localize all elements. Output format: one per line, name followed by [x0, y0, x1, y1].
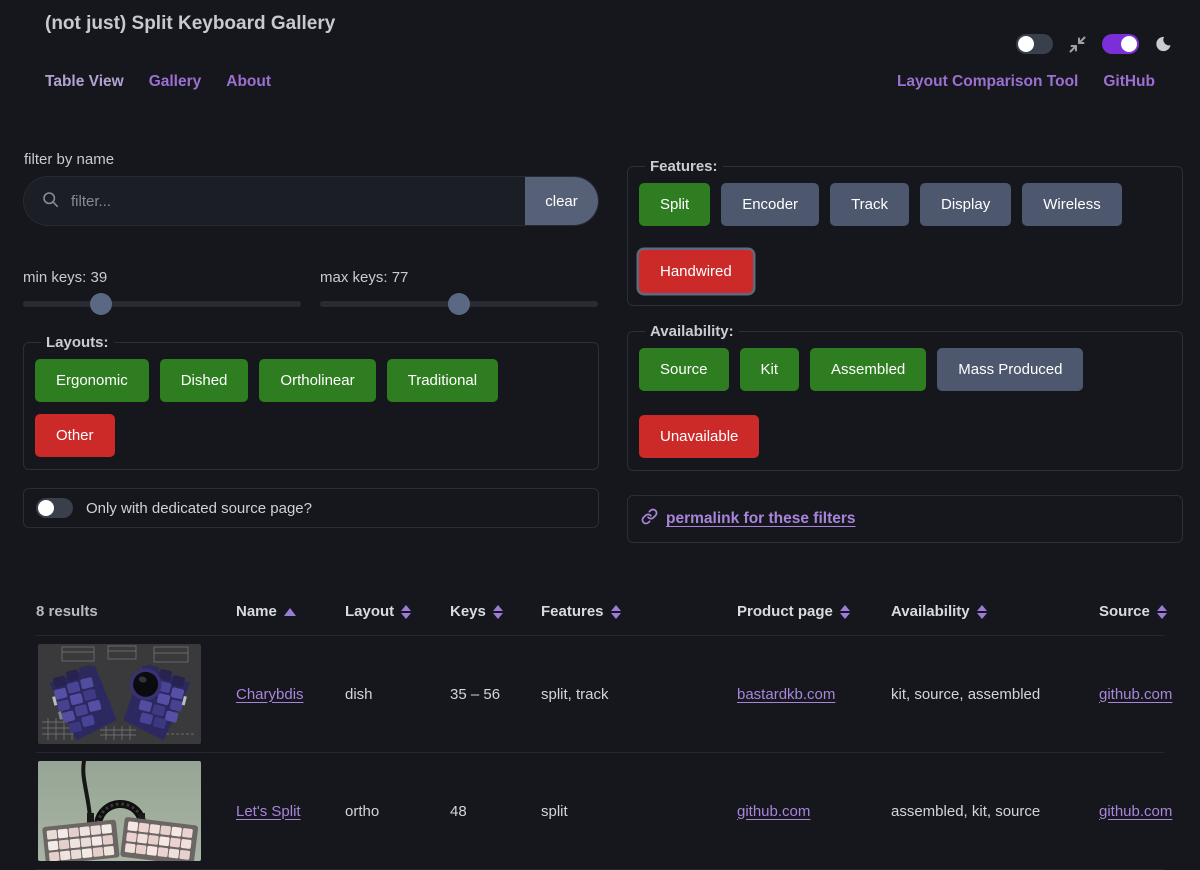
- row-name-link[interactable]: Let's Split: [236, 803, 301, 820]
- column-header-product-page[interactable]: Product page: [737, 603, 891, 620]
- feature-filter-split[interactable]: Split: [639, 183, 710, 226]
- layouts-fieldset: Layouts: Ergonomic Dished Ortholinear Tr…: [23, 334, 599, 470]
- row-product-page-link[interactable]: github.com: [737, 803, 810, 820]
- feature-filter-display[interactable]: Display: [920, 183, 1011, 226]
- availability-filter-source[interactable]: Source: [639, 348, 729, 391]
- min-keys-slider-group: min keys: 39: [23, 269, 301, 307]
- feature-filter-wireless[interactable]: Wireless: [1022, 183, 1122, 226]
- row-name-link[interactable]: Charybdis: [236, 686, 304, 703]
- results-count: 8 results: [36, 603, 236, 620]
- availability-filter-unavailable[interactable]: Unavailable: [639, 415, 759, 458]
- row-availability: kit, source, assembled: [891, 686, 1099, 703]
- row-source-link[interactable]: github.com: [1099, 686, 1172, 703]
- filters-panel: filter by name clear min keys: 39: [0, 151, 1200, 543]
- row-availability: assembled, kit, source: [891, 803, 1099, 820]
- results-table: 8 results Name Layout Keys Features Prod…: [36, 588, 1164, 870]
- features-fieldset: Features: Split Encoder Track Display Wi…: [627, 158, 1183, 306]
- availability-filter-kit[interactable]: Kit: [740, 348, 800, 391]
- sort-both-icon: [840, 605, 850, 619]
- source-only-toggle-box: Only with dedicated source page?: [23, 488, 599, 528]
- min-keys-slider[interactable]: [23, 301, 301, 307]
- link-icon: [641, 508, 658, 530]
- availability-legend: Availability:: [645, 323, 739, 340]
- name-filter: clear: [23, 176, 599, 226]
- availability-filter-assembled[interactable]: Assembled: [810, 348, 926, 391]
- search-icon: [42, 191, 59, 212]
- column-header-name[interactable]: Name: [236, 603, 345, 620]
- column-header-layout[interactable]: Layout: [345, 603, 450, 620]
- sort-asc-icon: [284, 608, 296, 616]
- name-filter-label: filter by name: [24, 151, 599, 168]
- sort-both-icon: [1157, 605, 1167, 619]
- clear-filter-button[interactable]: clear: [525, 177, 598, 225]
- nav-gallery[interactable]: Gallery: [149, 73, 202, 91]
- permalink-box: permalink for these filters: [627, 495, 1183, 543]
- name-filter-input[interactable]: [69, 192, 525, 211]
- min-keys-slider-thumb[interactable]: [90, 293, 112, 315]
- layouts-legend: Layouts:: [41, 334, 114, 351]
- table-row: Charybdis dish 35 – 56 split, track bast…: [36, 636, 1164, 753]
- column-header-features[interactable]: Features: [541, 603, 737, 620]
- nav-table-view[interactable]: Table View: [45, 73, 124, 91]
- layout-filter-ergonomic[interactable]: Ergonomic: [35, 359, 149, 402]
- feature-filter-track[interactable]: Track: [830, 183, 909, 226]
- column-header-keys[interactable]: Keys: [450, 603, 541, 620]
- column-header-source[interactable]: Source: [1099, 603, 1167, 620]
- feature-filter-handwired[interactable]: Handwired: [639, 250, 753, 293]
- column-header-availability[interactable]: Availability: [891, 603, 1099, 620]
- layout-filter-ortholinear[interactable]: Ortholinear: [259, 359, 375, 402]
- source-only-label: Only with dedicated source page?: [86, 500, 312, 517]
- permalink-link[interactable]: permalink for these filters: [641, 508, 856, 530]
- row-keys: 48: [450, 803, 541, 820]
- row-layout: dish: [345, 686, 450, 703]
- layout-filter-traditional[interactable]: Traditional: [387, 359, 498, 402]
- lets-split-keyboard-photo: [38, 761, 201, 861]
- availability-fieldset: Availability: Source Kit Assembled Mass …: [627, 323, 1183, 471]
- layout-filter-other[interactable]: Other: [35, 414, 115, 457]
- nav-about[interactable]: About: [226, 73, 271, 91]
- moon-icon: [1154, 35, 1172, 53]
- max-keys-slider[interactable]: [320, 301, 598, 307]
- sort-both-icon: [977, 605, 987, 619]
- compress-arrows-icon: [1068, 35, 1087, 54]
- nav-github[interactable]: GitHub: [1103, 73, 1155, 91]
- compact-view-toggle[interactable]: [1016, 34, 1053, 54]
- sort-both-icon: [611, 605, 621, 619]
- row-features: split: [541, 803, 737, 820]
- toggle-knob: [1018, 36, 1034, 52]
- max-keys-value: 77: [392, 269, 409, 286]
- sort-both-icon: [493, 605, 503, 619]
- max-keys-label: max keys: 77: [320, 269, 598, 286]
- max-keys-slider-group: max keys: 77: [320, 269, 598, 307]
- max-keys-slider-thumb[interactable]: [448, 293, 470, 315]
- page-title: (not just) Split Keyboard Gallery: [45, 13, 1200, 35]
- row-keys: 35 – 56: [450, 686, 541, 703]
- row-features: split, track: [541, 686, 737, 703]
- charybdis-keyboard-photo: [38, 644, 201, 744]
- min-keys-label: min keys: 39: [23, 269, 301, 286]
- toggle-knob: [38, 500, 54, 516]
- sort-both-icon: [401, 605, 411, 619]
- table-header-row: 8 results Name Layout Keys Features Prod…: [36, 588, 1164, 636]
- features-legend: Features:: [645, 158, 723, 175]
- min-keys-value: 39: [91, 269, 108, 286]
- row-product-page-link[interactable]: bastardkb.com: [737, 686, 835, 703]
- availability-filter-mass-produced[interactable]: Mass Produced: [937, 348, 1083, 391]
- feature-filter-encoder[interactable]: Encoder: [721, 183, 819, 226]
- row-source-link[interactable]: github.com: [1099, 803, 1172, 820]
- source-only-toggle[interactable]: [36, 498, 73, 518]
- toggle-knob: [1121, 36, 1137, 52]
- nav-layout-comparison-tool[interactable]: Layout Comparison Tool: [897, 73, 1078, 91]
- header-controls: [1016, 34, 1172, 54]
- layout-filter-dished[interactable]: Dished: [160, 359, 249, 402]
- main-nav: Table View Gallery About Layout Comparis…: [45, 73, 1155, 91]
- dark-mode-toggle[interactable]: [1102, 34, 1139, 54]
- row-layout: ortho: [345, 803, 450, 820]
- table-row: Let's Split ortho 48 split github.com as…: [36, 753, 1164, 870]
